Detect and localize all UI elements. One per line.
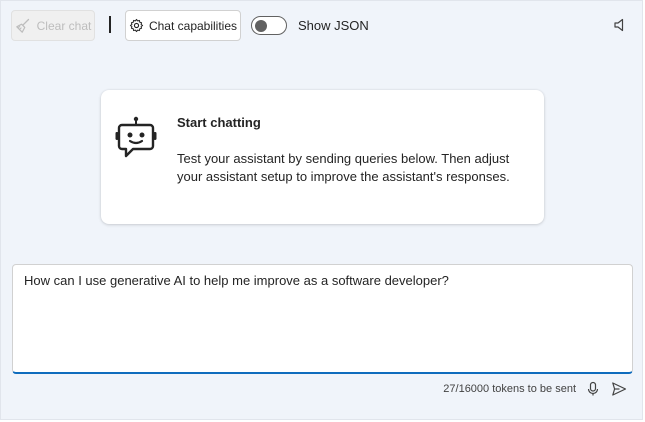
show-json-label: Show JSON bbox=[298, 18, 369, 33]
toggle-knob bbox=[255, 20, 267, 32]
chat-playground: Clear chat Chat capabilities Show JSON S… bbox=[0, 0, 643, 420]
speaker-icon[interactable] bbox=[612, 17, 628, 33]
send-button[interactable] bbox=[610, 380, 628, 398]
gear-icon bbox=[129, 18, 144, 33]
token-count: 27/16000 tokens to be sent bbox=[443, 383, 576, 395]
chat-capabilities-label: Chat capabilities bbox=[148, 18, 238, 33]
chat-input[interactable]: How can I use generative AI to help me i… bbox=[12, 264, 633, 374]
send-icon bbox=[612, 382, 627, 396]
microphone-icon bbox=[587, 381, 599, 396]
bot-icon bbox=[115, 116, 157, 158]
card-body-text: Test your assistant by sending queries b… bbox=[177, 151, 510, 184]
broom-icon bbox=[15, 18, 29, 33]
start-chatting-card: Start chatting Test your assistant by se… bbox=[101, 90, 544, 224]
card-title: Start chatting bbox=[177, 115, 261, 130]
clear-chat-button[interactable]: Clear chat bbox=[11, 10, 95, 41]
toolbar: Clear chat Chat capabilities Show JSON bbox=[1, 1, 642, 49]
input-footer: 27/16000 tokens to be sent bbox=[443, 379, 628, 399]
toolbar-divider bbox=[109, 16, 111, 33]
microphone-button[interactable] bbox=[584, 380, 602, 398]
clear-chat-label: Clear chat bbox=[36, 18, 92, 33]
show-json-toggle[interactable] bbox=[251, 16, 287, 35]
chat-capabilities-button[interactable]: Chat capabilities bbox=[125, 10, 241, 41]
